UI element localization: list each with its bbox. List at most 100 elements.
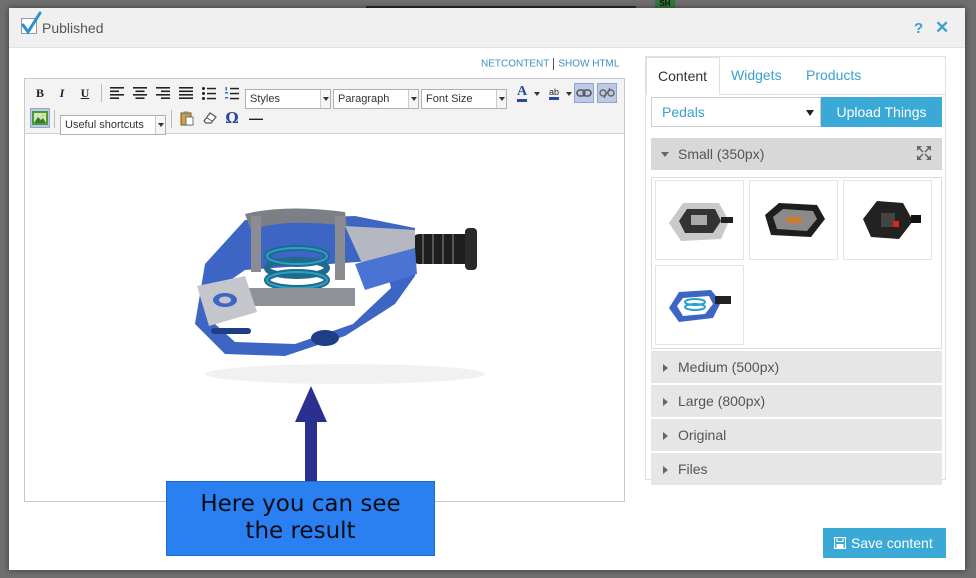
shortcuts-dropdown-label: Useful shortcuts <box>65 119 144 131</box>
floppy-disk-icon <box>834 537 846 549</box>
font-size-dropdown[interactable]: Font Size <box>421 89 507 109</box>
section-medium[interactable]: Medium (500px) <box>651 351 942 383</box>
category-select[interactable]: Pedals <box>651 97 821 127</box>
link-separator <box>553 58 555 70</box>
collapsed-triangle-icon <box>663 432 668 440</box>
toolbar-separator <box>171 110 172 128</box>
highlight-arrow-icon <box>566 92 572 96</box>
eraser-icon <box>203 112 217 124</box>
tab-widgets[interactable]: Widgets <box>731 57 797 95</box>
horizontal-rule-button[interactable]: — <box>246 108 266 128</box>
expanded-triangle-icon <box>661 152 669 157</box>
thumbnail[interactable] <box>843 180 932 260</box>
editor-dialog: Published ? ✕ NETCONTENT SHOW HTML B I U <box>9 8 965 570</box>
section-files[interactable]: Files <box>651 453 942 485</box>
bullet-list-icon <box>202 86 216 100</box>
font-color-glyph: A <box>516 84 528 102</box>
section-large[interactable]: Large (800px) <box>651 385 942 417</box>
align-right-button[interactable] <box>153 83 173 103</box>
numbered-list-icon <box>225 86 239 99</box>
chevron-down-icon <box>408 90 418 108</box>
media-sidebar: Content Widgets Products Pedals Upload T… <box>645 56 946 485</box>
link-button[interactable] <box>574 83 594 103</box>
editor-mode-links: NETCONTENT SHOW HTML <box>481 58 619 70</box>
tab-content[interactable]: Content <box>646 57 720 95</box>
paste-button[interactable] <box>177 108 197 128</box>
clipless-pedal-image <box>195 208 485 384</box>
backdrop-badge: SH <box>655 0 675 8</box>
chevron-down-icon <box>806 110 814 116</box>
styles-dropdown-label: Styles <box>250 93 280 105</box>
italic-button[interactable]: I <box>52 83 72 103</box>
thumbnail[interactable] <box>655 265 744 345</box>
align-center-button[interactable] <box>130 83 150 103</box>
styles-dropdown[interactable]: Styles <box>245 89 331 109</box>
pedal-thumbnail-image <box>862 201 921 239</box>
align-left-button[interactable] <box>107 83 127 103</box>
unlink-icon <box>599 87 615 99</box>
collapsed-triangle-icon <box>663 398 668 406</box>
published-label: Published <box>42 20 104 36</box>
format-dropdown-label: Paragraph <box>338 93 390 105</box>
netcontent-link[interactable]: NETCONTENT <box>481 59 549 70</box>
show-html-link[interactable]: SHOW HTML <box>558 59 619 70</box>
highlight-color-button[interactable]: ab <box>542 83 566 103</box>
editor-toolbar: B I U Styles Paragraph Font Size A ab Us… <box>25 79 624 135</box>
chevron-down-icon <box>320 90 330 108</box>
format-dropdown[interactable]: Paragraph <box>333 89 419 109</box>
thumbnail[interactable] <box>749 180 838 260</box>
chevron-down-icon <box>155 116 165 134</box>
category-select-value: Pedals <box>662 104 705 120</box>
editor-content-area[interactable] <box>25 134 624 501</box>
close-button[interactable]: ✕ <box>935 18 949 38</box>
chevron-down-icon <box>496 90 506 108</box>
pedal-thumbnail-image <box>668 290 731 322</box>
special-character-button[interactable]: Ω <box>222 108 242 128</box>
numbered-list-button[interactable] <box>222 83 242 103</box>
font-color-button[interactable]: A <box>510 83 534 103</box>
pedal-thumbnail-image <box>668 203 733 241</box>
help-button[interactable]: ? <box>914 20 923 37</box>
save-content-label: Save content <box>851 535 933 551</box>
fullscreen-icon[interactable] <box>917 146 931 160</box>
bold-button[interactable]: B <box>30 83 50 103</box>
align-center-icon <box>133 87 147 99</box>
align-left-icon <box>110 87 124 99</box>
section-medium-label: Medium (500px) <box>678 359 780 375</box>
tab-products[interactable]: Products <box>806 57 876 95</box>
shortcuts-dropdown[interactable]: Useful shortcuts <box>60 115 166 135</box>
dialog-titlebar: Published ? ✕ <box>9 8 965 48</box>
checkmark-icon <box>21 11 42 35</box>
up-arrow-icon <box>295 386 327 492</box>
section-files-label: Files <box>678 461 708 477</box>
annotation-callout: Here you can see the result <box>166 481 435 556</box>
collapsed-triangle-icon <box>663 364 668 372</box>
section-original[interactable]: Original <box>651 419 942 451</box>
section-large-label: Large (800px) <box>678 393 766 409</box>
unlink-button[interactable] <box>597 83 617 103</box>
align-right-icon <box>156 87 170 99</box>
align-justify-button[interactable] <box>176 83 196 103</box>
image-icon <box>32 111 48 125</box>
collapsed-triangle-icon <box>663 466 668 474</box>
font-size-dropdown-label: Font Size <box>426 93 473 105</box>
published-checkbox[interactable] <box>21 11 42 35</box>
bullet-list-button[interactable] <box>199 83 219 103</box>
link-icon <box>576 89 592 97</box>
section-small-label: Small (350px) <box>678 146 765 162</box>
upload-button[interactable]: Upload Things <box>821 97 942 127</box>
underline-button[interactable]: U <box>75 83 95 103</box>
section-small[interactable]: Small (350px) <box>651 138 942 170</box>
align-justify-icon <box>179 87 193 99</box>
highlight-glyph: ab <box>548 87 559 100</box>
callout-line-1: Here you can see <box>200 491 401 517</box>
thumbnail-gallery <box>651 177 942 349</box>
remove-format-button[interactable] <box>200 108 220 128</box>
thumbnail[interactable] <box>655 180 744 260</box>
paste-icon <box>180 111 194 125</box>
toolbar-separator <box>101 84 102 102</box>
toolbar-separator <box>54 110 55 128</box>
insert-image-button[interactable] <box>30 108 50 128</box>
save-content-button[interactable]: Save content <box>823 528 946 558</box>
pedal-thumbnail-image <box>764 203 825 237</box>
